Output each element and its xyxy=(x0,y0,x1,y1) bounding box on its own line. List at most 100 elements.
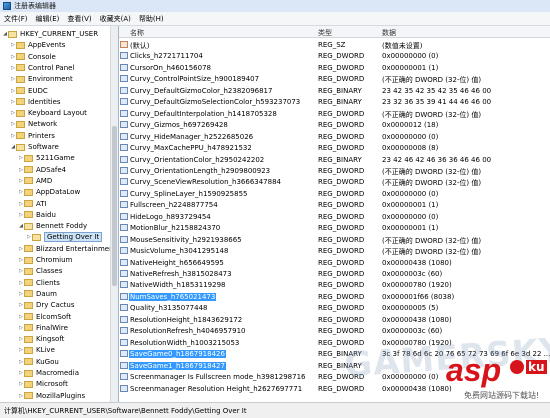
value-name: ResolutionHeight_h1843629172 xyxy=(130,315,243,324)
binary-value-icon xyxy=(120,304,128,312)
tree-item[interactable]: ▷ Macromedia xyxy=(18,368,79,378)
tree-item[interactable]: ▷ MozillaPlugins xyxy=(18,391,85,401)
tree-item[interactable]: ▷ EUDC xyxy=(10,86,48,96)
tree-item[interactable]: ▷ ADSafe4 xyxy=(18,165,66,175)
folder-icon xyxy=(16,64,25,72)
tree-item[interactable]: ▷ AMD xyxy=(18,176,52,186)
value-row[interactable]: Curvy_SceneViewResolution_h3666347884 REG… xyxy=(119,176,550,187)
tree-item-label: ADSafe4 xyxy=(36,165,67,174)
binary-value-icon xyxy=(120,270,128,277)
value-row[interactable]: NativeWidth_h1853119298 REG_DWORD 0x000007… xyxy=(119,279,550,290)
folder-icon xyxy=(16,98,25,106)
tree-item[interactable]: ▷ KuGou xyxy=(18,357,59,367)
value-row[interactable]: Curvy_Gizmos_h697269428 REG_DWORD 0x000001… xyxy=(119,119,550,130)
value-row[interactable]: Quality_h3135077448 REG_DWORD 0x00000005 (… xyxy=(119,302,550,313)
values-list[interactable]: 名称 类型 数据 (默认) REG_SZ (数值未设置) Clicks_h272171… xyxy=(119,26,550,402)
logo-subtitle: 免费网站源码下载站! xyxy=(464,391,540,400)
folder-icon xyxy=(24,313,33,320)
value-row[interactable]: Fullscreen_h2248877754 REG_DWORD 0x0000000… xyxy=(119,199,550,210)
tree-item[interactable]: ▷ Kingsoft xyxy=(18,334,64,344)
tree-item[interactable]: ▷ Classes xyxy=(18,266,62,276)
value-row[interactable]: HideLogo_h893729454 REG_DWORD 0x00000000 (… xyxy=(119,211,550,222)
value-name: Curvy_DefaultGizmoColor_h2382096817 xyxy=(130,86,273,95)
tree-item[interactable]: ▷ Baidu xyxy=(18,210,56,220)
value-row[interactable]: CursorOn_h460156078 REG_DWORD 0x00000001 (… xyxy=(119,62,550,73)
value-name: MotionBlur_h2158824370 xyxy=(130,224,221,233)
value-row[interactable]: (默认) REG_SZ (数值未设置) xyxy=(119,39,550,50)
menu-file[interactable]: 文件(F) xyxy=(0,14,32,24)
menu-view[interactable]: 查看(V) xyxy=(63,14,95,24)
tree-item[interactable]: ▷ Blizzard Entertainmen xyxy=(18,244,113,254)
tree-item[interactable]: ▷ KLive xyxy=(18,345,55,355)
menu-bar: 文件(F) 编辑(E) 查看(V) 收藏夹(A) 帮助(H) xyxy=(0,12,550,26)
menu-favorites[interactable]: 收藏夹(A) xyxy=(96,14,135,24)
logo-asp-text: asp xyxy=(446,352,502,388)
value-type: REG_DWORD xyxy=(318,258,365,267)
value-row[interactable]: NumSaves_h765021473 REG_DWORD 0x000001f66 … xyxy=(119,291,550,302)
tree-item[interactable]: ▷ ElcomSoft xyxy=(18,312,71,322)
folder-icon xyxy=(24,358,33,366)
value-row[interactable]: Curvy_OrientationLength_h2909800923 REG_D… xyxy=(119,165,550,176)
string-value-icon xyxy=(120,41,128,48)
binary-value-icon xyxy=(120,338,128,346)
tree-item[interactable]: ▷ AppEvents xyxy=(10,40,65,50)
tree-scrollbar[interactable] xyxy=(110,26,118,402)
value-row[interactable]: Curvy_OrientationColor_h2950242202 REG_BI… xyxy=(119,154,550,165)
tree-item[interactable]: ▷ ATI xyxy=(18,199,47,209)
tree-item[interactable]: ▷ Dry Cactus xyxy=(18,300,74,310)
menu-edit[interactable]: 编辑(E) xyxy=(32,14,64,24)
value-type: REG_DWORD xyxy=(318,235,365,244)
value-row[interactable]: ResolutionRefresh_h4046957910 REG_DWORD 0x… xyxy=(119,325,550,336)
tree-item[interactable]: ▷ Microsoft xyxy=(18,379,68,389)
tree-item[interactable]: ◢ Software xyxy=(10,142,59,152)
value-row[interactable]: Curvy_DefaultGizmoSelectionColor_h593237… xyxy=(119,96,550,107)
folder-icon xyxy=(24,290,33,298)
tree-item[interactable]: ▷ Daum xyxy=(18,289,57,299)
tree-item[interactable]: ▷ Console xyxy=(10,52,56,62)
value-row[interactable]: MouseSensitivity_h2921938665 REG_DWORD (不正… xyxy=(119,234,550,245)
column-name-header[interactable]: 名称 xyxy=(130,28,144,38)
tree-item[interactable]: ▷ Printers xyxy=(10,131,55,141)
folder-icon xyxy=(24,279,33,287)
tree-scrollbar-thumb[interactable] xyxy=(112,126,117,286)
value-row[interactable]: Clicks_h2721711704 REG_DWORD 0x00000000 (0… xyxy=(119,50,550,61)
value-name: SaveGame1_h1867918427 xyxy=(129,361,226,370)
value-name: Curvy_HideManager_h2522685026 xyxy=(130,132,254,141)
tree-item[interactable]: ▷ 5211Game xyxy=(18,153,75,163)
value-row[interactable]: ResolutionHeight_h1843629172 REG_DWORD 0x0… xyxy=(119,314,550,325)
value-name: Curvy_SplineLayer_h1590925855 xyxy=(130,189,248,198)
value-row[interactable]: MusicVolume_h3041295148 REG_DWORD (不正确的 DW… xyxy=(119,245,550,256)
tree-item[interactable]: ▷ Environment xyxy=(10,74,73,84)
value-row[interactable]: MotionBlur_h2158824370 REG_DWORD 0x0000000… xyxy=(119,222,550,233)
value-row[interactable]: Curvy_SplineLayer_h1590925855 REG_DWORD 0x… xyxy=(119,188,550,199)
value-row[interactable]: Curvy_MaxCachePPU_h478921532 REG_DWORD 0x0… xyxy=(119,142,550,153)
menu-help[interactable]: 帮助(H) xyxy=(135,14,168,24)
tree-item[interactable]: ▷ Control Panel xyxy=(10,63,74,73)
value-type: REG_DWORD xyxy=(318,201,365,210)
tree-item[interactable]: ▷ FinalWire xyxy=(18,323,68,333)
value-row[interactable]: NativeHeight_h656649595 REG_DWORD 0x000004… xyxy=(119,257,550,268)
value-row[interactable]: Curvy_DefaultInterpolation_h1418705328 RE… xyxy=(119,108,550,119)
column-data-header[interactable]: 数据 xyxy=(382,28,396,38)
value-row[interactable]: Curvy_DefaultGizmoColor_h2382096817 REG_B… xyxy=(119,85,550,96)
tree-item[interactable]: ▷ AppDataLow xyxy=(18,187,80,197)
folder-icon xyxy=(24,200,33,207)
registry-tree[interactable]: ◢ HKEY_CURRENT_USER ▷ AppEvents ▷ Console ▷ Con… xyxy=(0,26,119,402)
value-row[interactable]: Curvy_ControlPointSize_h900189407 REG_DWO… xyxy=(119,73,550,84)
tree-item[interactable]: ▷ Clients xyxy=(18,278,60,288)
tree-item[interactable]: ◢ HKEY_CURRENT_USER xyxy=(2,29,98,39)
column-type-header[interactable]: 类型 xyxy=(318,28,332,38)
value-row[interactable]: NativeRefresh_h3815028473 REG_DWORD 0x0000… xyxy=(119,268,550,279)
value-row[interactable]: Curvy_HideManager_h2522685026 REG_DWORD 0x… xyxy=(119,131,550,142)
tree-item[interactable]: ▷ Keyboard Layout xyxy=(10,108,87,118)
regedit-app-icon xyxy=(3,2,11,10)
tree-item[interactable]: ▷ Identities xyxy=(10,97,61,107)
value-data: 0x00000001 (1) xyxy=(382,224,439,233)
tree-item[interactable]: ◢ Bennett Foddy xyxy=(18,221,87,231)
value-data: 0x0000012 (18) xyxy=(382,121,439,130)
window-title: 注册表编辑器 xyxy=(14,2,56,10)
tree-item[interactable]: ▷ Getting Over It xyxy=(26,232,103,243)
binary-value-icon xyxy=(120,235,128,243)
tree-item[interactable]: ▷ Network xyxy=(10,119,57,129)
tree-item[interactable]: ▷ Chromium xyxy=(18,255,72,265)
